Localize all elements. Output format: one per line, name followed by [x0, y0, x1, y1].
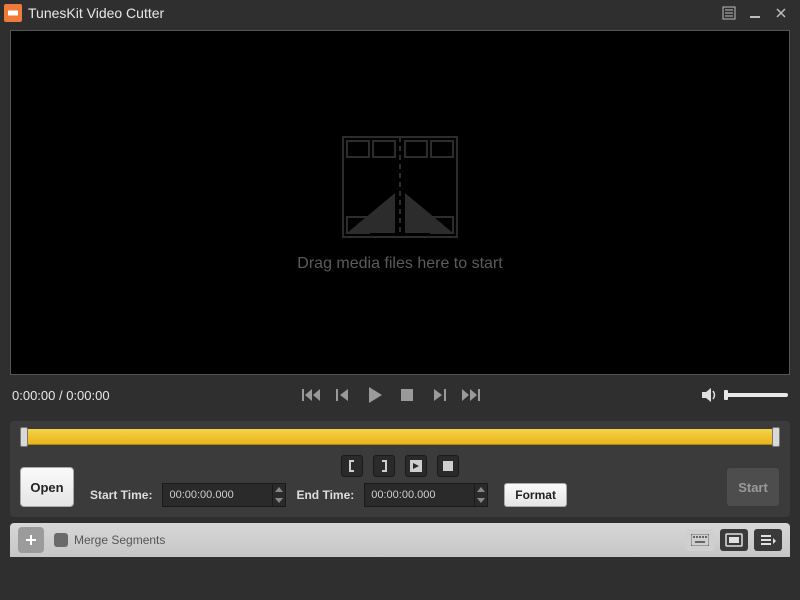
film-strip-icon: [335, 133, 465, 243]
playback-bar: 0:00:00 / 0:00:00: [10, 375, 790, 415]
plus-icon: [24, 533, 38, 547]
start-time-spinner[interactable]: [272, 483, 286, 507]
step-back-icon: [336, 388, 350, 402]
trim-track[interactable]: [22, 429, 778, 445]
chevron-down-icon: [275, 498, 283, 503]
fast-forward-icon: [462, 388, 480, 402]
trim-panel: Open Start Time: End Time: Format St: [10, 421, 790, 517]
format-button[interactable]: Format: [504, 483, 567, 507]
minimize-button[interactable]: [742, 3, 768, 23]
end-time-label: End Time:: [296, 488, 354, 502]
preview-button[interactable]: [405, 455, 427, 477]
volume-control[interactable]: [702, 388, 788, 402]
bracket-left-icon: [347, 460, 357, 472]
trim-handle-right[interactable]: [772, 427, 780, 447]
start-time-input[interactable]: [162, 483, 272, 507]
trim-handle-left[interactable]: [20, 427, 28, 447]
add-segment-button[interactable]: [18, 527, 44, 553]
titlebar: TunesKit Video Cutter: [0, 0, 800, 26]
set-end-button[interactable]: [373, 455, 395, 477]
volume-icon: [702, 388, 718, 402]
chevron-up-icon: [477, 487, 485, 492]
list-icon: [759, 533, 777, 547]
set-start-button[interactable]: [341, 455, 363, 477]
start-time-label: Start Time:: [90, 488, 152, 502]
chevron-up-icon: [275, 487, 283, 492]
merge-segments-label: Merge Segments: [74, 533, 165, 547]
play-button[interactable]: [364, 384, 386, 406]
minimize-icon: [749, 7, 761, 19]
keyboard-button[interactable]: [686, 529, 714, 551]
close-button[interactable]: [768, 3, 794, 23]
keyboard-icon: [691, 534, 709, 546]
start-button[interactable]: Start: [726, 467, 780, 507]
fast-rewind-icon: [302, 388, 320, 402]
end-time-spinner[interactable]: [474, 483, 488, 507]
screenshot-icon: [725, 533, 743, 547]
app-title: TunesKit Video Cutter: [28, 5, 164, 21]
open-button[interactable]: Open: [20, 467, 74, 507]
video-drop-area[interactable]: Drag media files here to start: [10, 30, 790, 375]
fast-rewind-button[interactable]: [300, 384, 322, 406]
step-forward-button[interactable]: [428, 384, 450, 406]
end-time-input[interactable]: [364, 483, 474, 507]
screenshot-button[interactable]: [720, 529, 748, 551]
list-button[interactable]: [754, 529, 782, 551]
menu-icon: [722, 6, 736, 20]
chevron-down-icon: [477, 498, 485, 503]
stop-button[interactable]: [396, 384, 418, 406]
step-back-button[interactable]: [332, 384, 354, 406]
bottom-bar: Merge Segments: [10, 523, 790, 557]
fast-forward-button[interactable]: [460, 384, 482, 406]
play-icon: [366, 386, 384, 404]
reset-button[interactable]: [437, 455, 459, 477]
menu-button[interactable]: [716, 3, 742, 23]
close-icon: [775, 7, 787, 19]
preview-icon: [410, 460, 422, 472]
drop-hint-text: Drag media files here to start: [297, 255, 502, 273]
bracket-right-icon: [379, 460, 389, 472]
merge-segments-checkbox[interactable]: [54, 533, 68, 547]
stop-icon: [400, 388, 414, 402]
stop-small-icon: [443, 461, 453, 471]
app-logo: [4, 4, 22, 22]
time-display: 0:00:00 / 0:00:00: [12, 388, 110, 403]
volume-slider[interactable]: [724, 393, 788, 397]
step-forward-icon: [432, 388, 446, 402]
